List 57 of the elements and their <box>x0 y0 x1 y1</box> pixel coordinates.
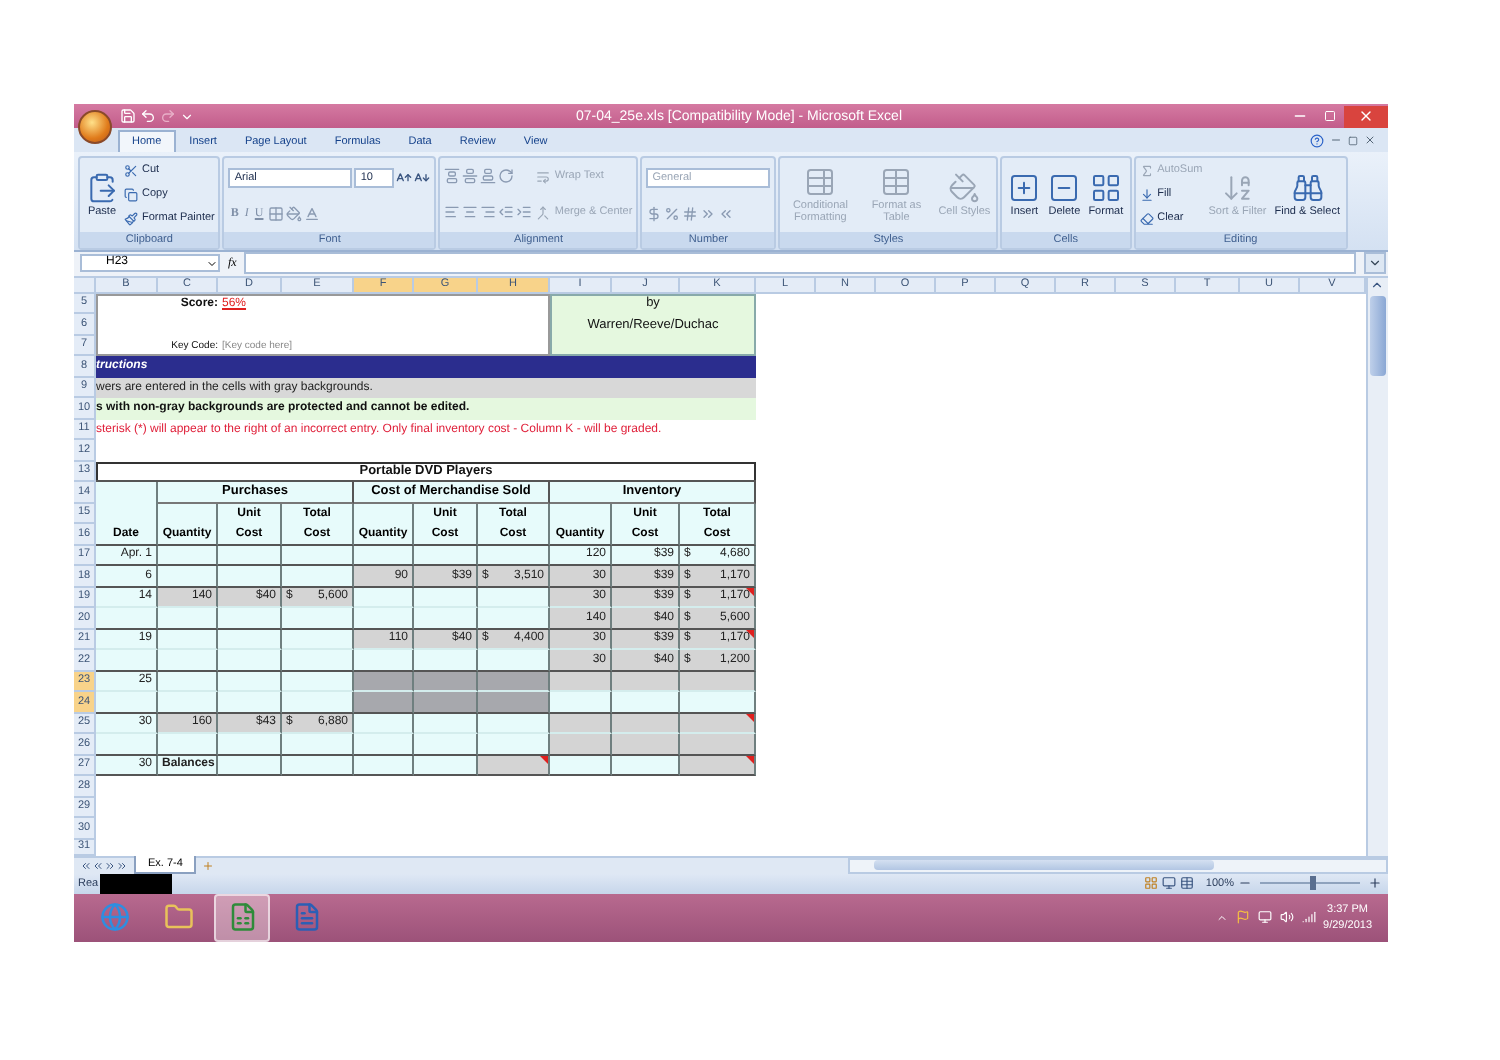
horizontal-scrollbar[interactable] <box>848 857 1388 874</box>
ribbon-icon <box>124 187 138 202</box>
ribbon-icon <box>880 165 913 198</box>
ribbon-icon <box>804 165 837 198</box>
error-marker-icon <box>746 629 754 638</box>
page-layout-icon[interactable] <box>1161 876 1176 891</box>
flag-icon[interactable] <box>1235 910 1250 925</box>
ribbon-icon <box>124 211 138 226</box>
close-button[interactable] <box>1344 105 1388 127</box>
globe-icon <box>99 902 129 933</box>
normal-view-icon[interactable] <box>1143 876 1158 891</box>
ribbon-icon <box>1048 171 1081 204</box>
ribbon-icon <box>536 205 551 220</box>
ribbon-icon <box>1139 163 1154 178</box>
ribbon-icon <box>1291 171 1324 204</box>
overlay-box <box>100 873 173 894</box>
ribbon-icon <box>1008 171 1041 204</box>
close-icon[interactable] <box>1364 134 1376 146</box>
zoom-in-icon[interactable] <box>1368 876 1382 891</box>
document-icon <box>291 902 321 933</box>
tray-expand-icon[interactable] <box>1215 911 1228 924</box>
ribbon-icon <box>948 171 981 204</box>
ribbon-icon <box>124 163 138 178</box>
office-button[interactable] <box>78 110 112 144</box>
page-break-icon[interactable] <box>1179 876 1194 891</box>
tool-icon[interactable] <box>396 169 413 186</box>
maximize-icon[interactable] <box>1323 110 1335 122</box>
ribbon-icon <box>1221 171 1254 204</box>
tool-icon[interactable] <box>414 169 431 186</box>
signal-icon[interactable] <box>1301 910 1316 925</box>
save-icon[interactable] <box>120 108 136 124</box>
minimize-icon[interactable] <box>1330 134 1342 146</box>
restore-icon[interactable] <box>1348 135 1358 145</box>
folder-icon <box>163 902 193 933</box>
close-icon <box>1358 108 1374 124</box>
ribbon-icon <box>1139 211 1154 226</box>
customize-icon[interactable] <box>180 109 194 123</box>
error-marker-icon <box>746 755 754 764</box>
ribbon-icon <box>86 171 118 204</box>
new-sheet-icon[interactable] <box>202 859 215 872</box>
ribbon-icon <box>1139 187 1154 202</box>
error-marker-icon <box>746 713 754 722</box>
help-icon[interactable] <box>1310 133 1324 147</box>
taskbar-app[interactable] <box>214 893 270 942</box>
scroll-thumb[interactable] <box>1369 295 1386 376</box>
undo-icon[interactable] <box>140 108 156 124</box>
expand-icon[interactable] <box>1364 252 1386 275</box>
redo-icon[interactable] <box>160 108 176 124</box>
error-marker-icon <box>746 587 754 596</box>
vertical-scrollbar[interactable] <box>1365 277 1388 856</box>
monitor-icon[interactable] <box>1257 910 1272 925</box>
spreadsheet-icon <box>227 902 257 933</box>
ribbon-icon <box>536 169 551 184</box>
volume-icon[interactable] <box>1279 910 1294 925</box>
formula-input[interactable] <box>244 252 1356 275</box>
scroll-up-icon[interactable] <box>1370 277 1385 292</box>
ribbon-icon <box>1089 171 1122 204</box>
